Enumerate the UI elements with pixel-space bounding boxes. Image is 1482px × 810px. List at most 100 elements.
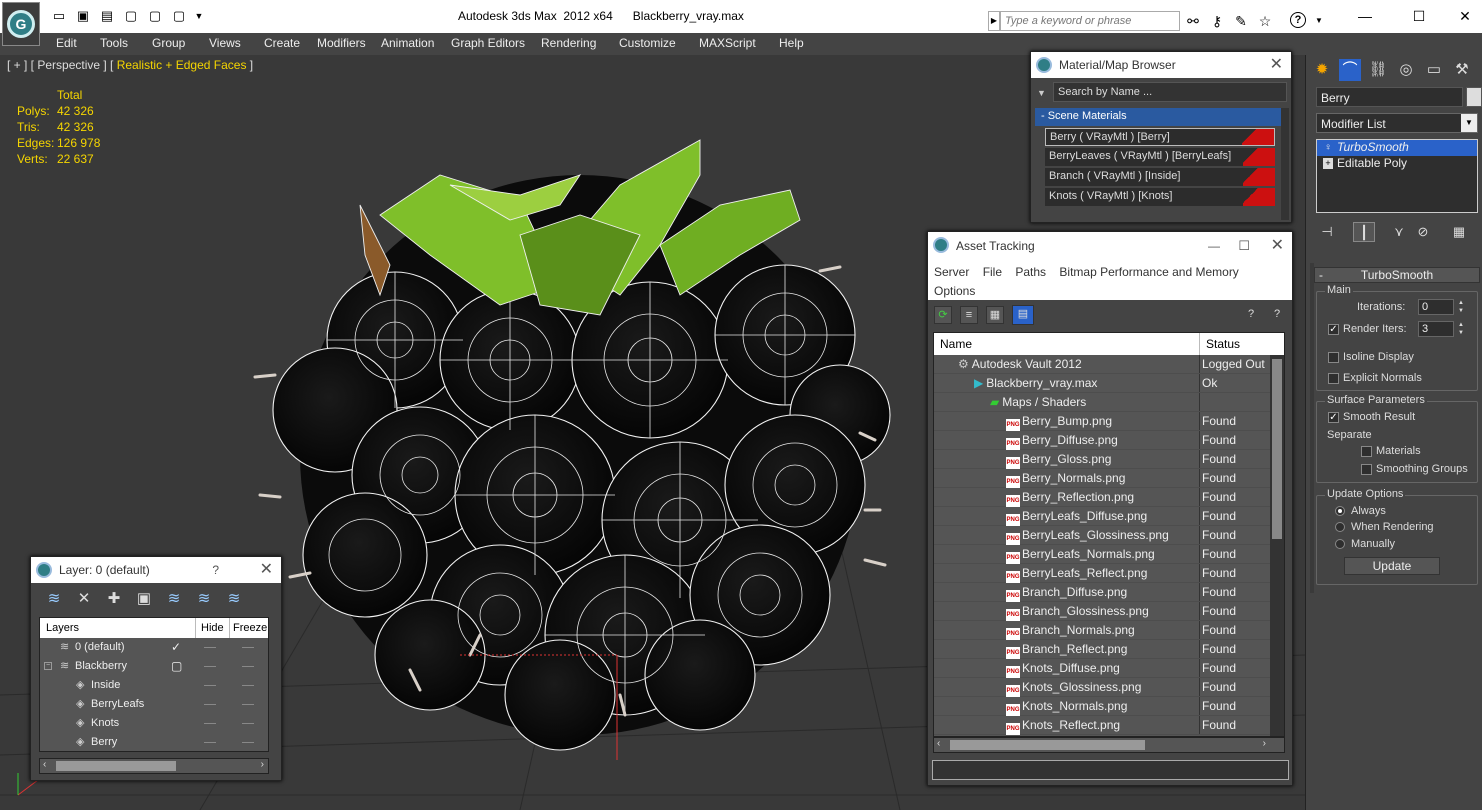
table-row[interactable]: PNG Branch_Normals.png Found <box>934 621 1284 640</box>
table-row[interactable]: PNG Berry_Bump.png Found <box>934 412 1284 431</box>
layer-window-title[interactable]: Layer: 0 (default) ? ✕ <box>31 557 281 583</box>
separate-materials-checkbox[interactable] <box>1361 446 1372 457</box>
freeze-toggle[interactable] <box>242 723 254 724</box>
utilities-tab-icon[interactable]: ⚒ <box>1451 59 1473 81</box>
asset-table-horizontal-scrollbar[interactable]: ‹ › <box>933 737 1285 753</box>
table-row[interactable]: PNG Berry_Diffuse.png Found <box>934 431 1284 450</box>
collapse-icon[interactable]: − <box>44 662 52 670</box>
collapse-icon[interactable]: - <box>1319 268 1323 282</box>
table-row[interactable]: PNG BerryLeafs_Glossiness.png Found <box>934 526 1284 545</box>
hide-all-layers-icon[interactable]: ≋ <box>195 590 213 608</box>
scroll-right-icon[interactable]: › <box>261 759 264 770</box>
maximize-icon[interactable]: ☐ <box>1238 232 1250 260</box>
close-icon[interactable]: ✕ <box>1270 52 1283 78</box>
table-row[interactable]: PNG Knots_Normals.png Found <box>934 697 1284 716</box>
menu-file[interactable]: File <box>983 265 1002 279</box>
context-help-icon[interactable]: ? <box>1268 306 1286 324</box>
asset-tracking-title[interactable]: Asset Tracking — ☐ ✕ <box>928 232 1292 260</box>
options-dropdown-icon[interactable]: ▼ <box>1037 88 1046 98</box>
save-icon[interactable]: ▣ <box>74 8 92 24</box>
hide-toggle[interactable] <box>204 704 216 705</box>
update-button[interactable]: Update <box>1344 557 1440 575</box>
binoculars-icon[interactable]: ⚯ <box>1184 12 1202 30</box>
table-row[interactable]: PNG Knots_Reflect.png Found <box>934 716 1284 735</box>
menu-animation[interactable]: Animation <box>381 36 434 50</box>
layer-row[interactable]: ≋ 0 (default) ✓ <box>40 638 268 657</box>
layer-row[interactable]: ◈ BerryLeafs <box>40 695 268 714</box>
table-row[interactable]: PNG Berry_Gloss.png Found <box>934 450 1284 469</box>
column-header-layers[interactable]: Layers <box>46 622 79 634</box>
freeze-toggle[interactable] <box>242 666 254 667</box>
close-icon[interactable]: ✕ <box>260 557 273 583</box>
table-row[interactable]: PNG Knots_Diffuse.png Found <box>934 659 1284 678</box>
layer-row[interactable]: ◈ Inside <box>40 676 268 695</box>
update-always-radio[interactable] <box>1335 506 1345 516</box>
hide-toggle[interactable] <box>204 742 216 743</box>
current-layer-indicator[interactable]: ▢ <box>171 659 182 673</box>
menu-modifiers[interactable]: Modifiers <box>317 36 366 50</box>
open-file-icon[interactable]: ▭ <box>50 8 68 24</box>
search-input[interactable]: Type a keyword or phrase <box>1000 11 1180 31</box>
stack-item-turbosmooth[interactable]: ♀ TurboSmooth <box>1317 140 1477 156</box>
hide-toggle[interactable] <box>204 723 216 724</box>
project-folder-icon[interactable]: ▢ <box>170 8 188 24</box>
menu-graph-editors[interactable]: Graph Editors <box>451 36 525 50</box>
material-browser-scrollbar[interactable] <box>1281 108 1289 220</box>
expand-plus-icon[interactable]: + <box>1323 158 1333 169</box>
menu-bitmap-performance[interactable]: Bitmap Performance and Memory <box>1059 265 1238 279</box>
make-unique-icon[interactable]: ⋎ <box>1388 222 1410 242</box>
table-row[interactable]: PNG Knots_Glossiness.png Found <box>934 678 1284 697</box>
motion-tab-icon[interactable]: ◎ <box>1395 59 1417 81</box>
material-item-knots[interactable]: Knots ( VRayMtl ) [Knots] <box>1045 188 1275 206</box>
layer-row[interactable]: − ≋ Blackberry ▢ <box>40 657 268 676</box>
configure-modifier-sets-icon[interactable]: ▦ <box>1448 222 1470 242</box>
hide-toggle[interactable] <box>204 685 216 686</box>
render-iters-spinner[interactable]: 3 <box>1418 321 1454 337</box>
menu-options[interactable]: Options <box>934 284 975 298</box>
undo-icon[interactable]: ▢ <box>122 8 140 24</box>
thumbnail-view-icon[interactable]: ▦ <box>986 306 1004 324</box>
menu-rendering[interactable]: Rendering <box>541 36 596 50</box>
scene-materials-section[interactable]: - Scene Materials <box>1035 108 1283 126</box>
menu-create[interactable]: Create <box>264 36 300 50</box>
spinner-arrows-icon[interactable]: ▲ ▼ <box>1456 321 1466 337</box>
scrollbar-thumb[interactable] <box>950 740 1145 750</box>
column-divider[interactable] <box>1199 333 1200 355</box>
menu-customize[interactable]: Customize <box>619 36 676 50</box>
table-row[interactable]: PNG Branch_Glossiness.png Found <box>934 602 1284 621</box>
menu-tools[interactable]: Tools <box>100 36 128 50</box>
create-tab-icon[interactable]: ✹ <box>1311 59 1333 81</box>
material-browser-title[interactable]: Material/Map Browser ✕ <box>1031 52 1291 78</box>
object-color-swatch[interactable] <box>1466 87 1482 107</box>
scrollbar-thumb[interactable] <box>1272 359 1282 539</box>
asset-path-field[interactable] <box>932 760 1289 780</box>
scroll-right-icon[interactable]: › <box>1263 738 1266 749</box>
material-item-berryleaves[interactable]: BerryLeaves ( VRayMtl ) [BerryLeafs] <box>1045 148 1275 166</box>
show-end-result-icon[interactable]: ┃ <box>1353 222 1375 242</box>
separate-smoothing-groups-checkbox[interactable] <box>1361 464 1372 475</box>
spinner-arrows-icon[interactable]: ▲ ▼ <box>1456 299 1466 315</box>
menu-help[interactable]: Help <box>779 36 804 50</box>
add-to-layer-icon[interactable]: ✚ <box>105 590 123 608</box>
minimize-icon[interactable]: — <box>1350 6 1380 26</box>
hierarchy-tab-icon[interactable]: ⛓ <box>1367 59 1389 81</box>
menu-views[interactable]: Views <box>209 36 241 50</box>
material-search-input[interactable]: Search by Name ... <box>1053 82 1287 102</box>
table-row[interactable]: ▶ Blackberry_vray.max Ok <box>934 374 1284 393</box>
redo-icon[interactable]: ▢ <box>146 8 164 24</box>
panel-scrollbar[interactable] <box>1310 263 1314 593</box>
table-row[interactable]: PNG BerryLeafs_Reflect.png Found <box>934 564 1284 583</box>
menu-paths[interactable]: Paths <box>1015 265 1046 279</box>
help-icon[interactable]: ? <box>212 557 219 583</box>
table-row[interactable]: PNG Berry_Reflection.png Found <box>934 488 1284 507</box>
list-view-icon[interactable]: ≡ <box>960 306 978 324</box>
maximize-icon[interactable]: ☐ <box>1404 6 1434 26</box>
layer-row[interactable]: ◈ Knots <box>40 714 268 733</box>
scroll-left-icon[interactable]: ‹ <box>937 738 940 749</box>
asset-table-vertical-scrollbar[interactable] <box>1270 355 1284 736</box>
column-header-status[interactable]: Status <box>1206 337 1240 351</box>
communication-icon[interactable]: ✎ <box>1232 12 1250 30</box>
hide-toggle[interactable] <box>204 647 216 648</box>
render-iters-checkbox[interactable]: ✓ <box>1328 324 1339 335</box>
modify-tab-icon[interactable]: ⌒ <box>1339 59 1361 81</box>
